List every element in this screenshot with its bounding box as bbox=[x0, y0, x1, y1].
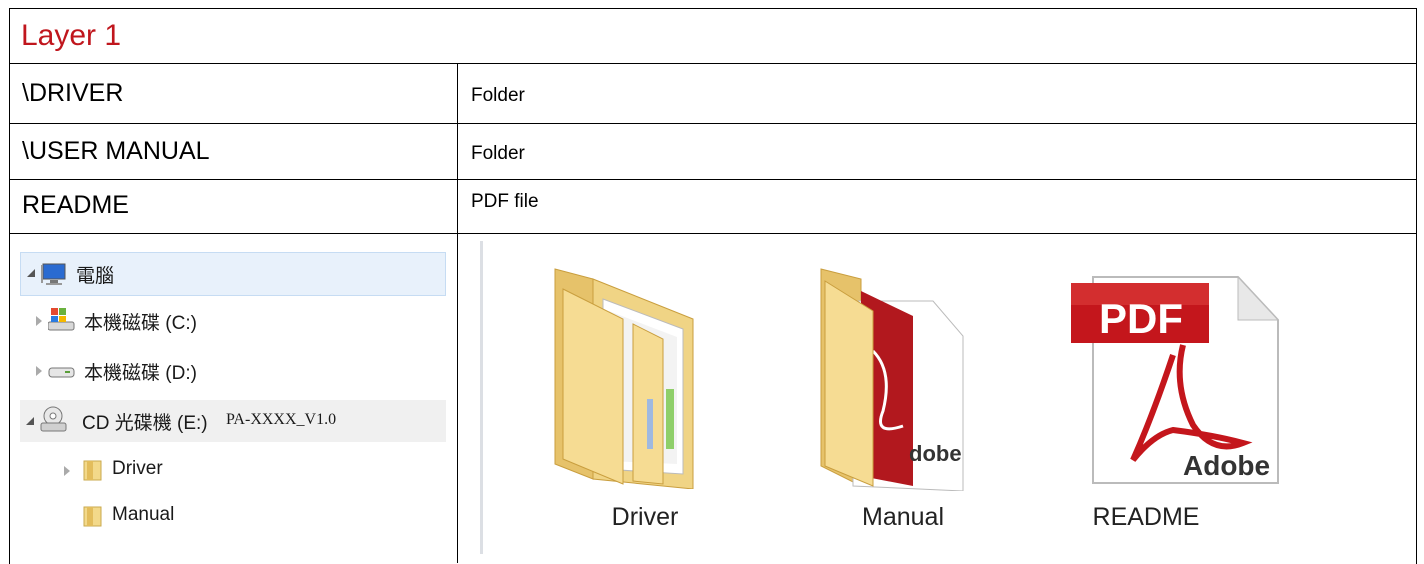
column-divider bbox=[457, 63, 458, 563]
folder-icon bbox=[554, 268, 694, 490]
hard-drive-icon bbox=[48, 367, 75, 378]
folder-icon: dobe bbox=[820, 268, 964, 492]
tree-label: CD 光碟機 (E:) bbox=[82, 413, 208, 434]
tree-item-drive-c[interactable]: 本機磁碟 (C:) bbox=[20, 300, 446, 342]
tree-label: 本機磁碟 (C:) bbox=[84, 313, 197, 334]
divider bbox=[9, 233, 1417, 234]
driver-caption: Driver bbox=[611, 503, 679, 531]
row-readme-label: README bbox=[22, 191, 129, 219]
pdf-badge-text: PDF bbox=[1099, 295, 1183, 342]
divider bbox=[9, 123, 1417, 124]
manual-caption: Manual bbox=[862, 503, 944, 531]
tree-label: Manual bbox=[112, 504, 175, 525]
computer-icon bbox=[41, 263, 66, 285]
tree-label: 本機磁碟 (D:) bbox=[84, 363, 197, 384]
expand-icon[interactable] bbox=[36, 366, 42, 376]
tree-item-driver[interactable]: Driver bbox=[20, 450, 446, 492]
row-manual-type: Folder bbox=[471, 143, 525, 164]
adobe-wordmark: dobe bbox=[909, 441, 962, 466]
expand-icon[interactable] bbox=[64, 466, 70, 476]
driver-folder[interactable] bbox=[543, 259, 713, 494]
divider bbox=[9, 179, 1417, 180]
expand-icon[interactable] bbox=[36, 316, 42, 326]
volume-label: PA-XXXX_V1.0 bbox=[226, 411, 337, 428]
divider bbox=[9, 63, 1417, 64]
tree-item-drive-d[interactable]: 本機磁碟 (D:) bbox=[20, 350, 446, 392]
readme-caption: README bbox=[1092, 503, 1200, 531]
system-drive-icon bbox=[48, 308, 75, 331]
folder-tree: 電腦 本機磁碟 (C:) 本機磁碟 (D:) CD 光碟機 (E:) PA-XX… bbox=[20, 244, 446, 544]
row-driver-label: \DRIVER bbox=[22, 79, 124, 107]
row-manual-label: \USER MANUAL bbox=[22, 137, 210, 165]
expand-icon[interactable] bbox=[27, 269, 35, 277]
cd-drive-icon bbox=[40, 406, 67, 432]
tree-label: Driver bbox=[112, 458, 163, 479]
folder-icon bbox=[83, 506, 102, 527]
row-driver-type: Folder bbox=[471, 85, 525, 106]
adobe-wordmark: Adobe bbox=[1183, 450, 1270, 481]
icon-view: Driver dobe Manual PDF Adobe README bbox=[480, 241, 1403, 554]
layer-title: Layer 1 bbox=[21, 19, 122, 52]
tree-item-manual[interactable]: Manual bbox=[20, 496, 446, 538]
pdf-file-icon: PDF Adobe bbox=[1071, 275, 1280, 484]
row-readme-type: PDF file bbox=[471, 191, 539, 212]
tree-item-drive-e[interactable]: CD 光碟機 (E:) PA-XXXX_V1.0 bbox=[20, 400, 446, 442]
readme-pdf[interactable]: PDF Adobe bbox=[1063, 265, 1293, 490]
manual-folder[interactable]: dobe bbox=[813, 261, 973, 496]
tree-item-computer[interactable]: 電腦 bbox=[20, 252, 446, 296]
folder-icon bbox=[83, 460, 102, 481]
tree-label: 電腦 bbox=[76, 266, 115, 287]
expand-icon[interactable] bbox=[26, 417, 34, 425]
